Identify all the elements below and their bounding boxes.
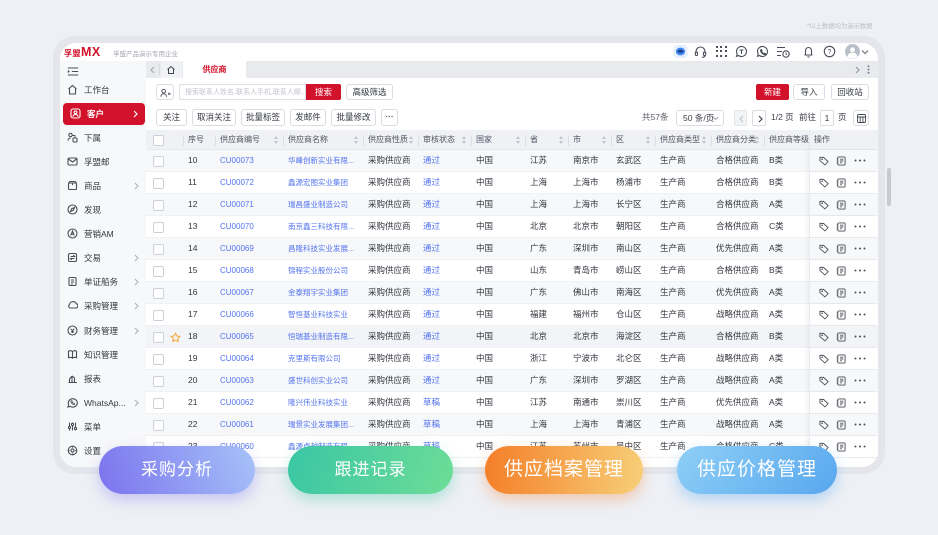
svg-text:?: ? [827,49,831,56]
